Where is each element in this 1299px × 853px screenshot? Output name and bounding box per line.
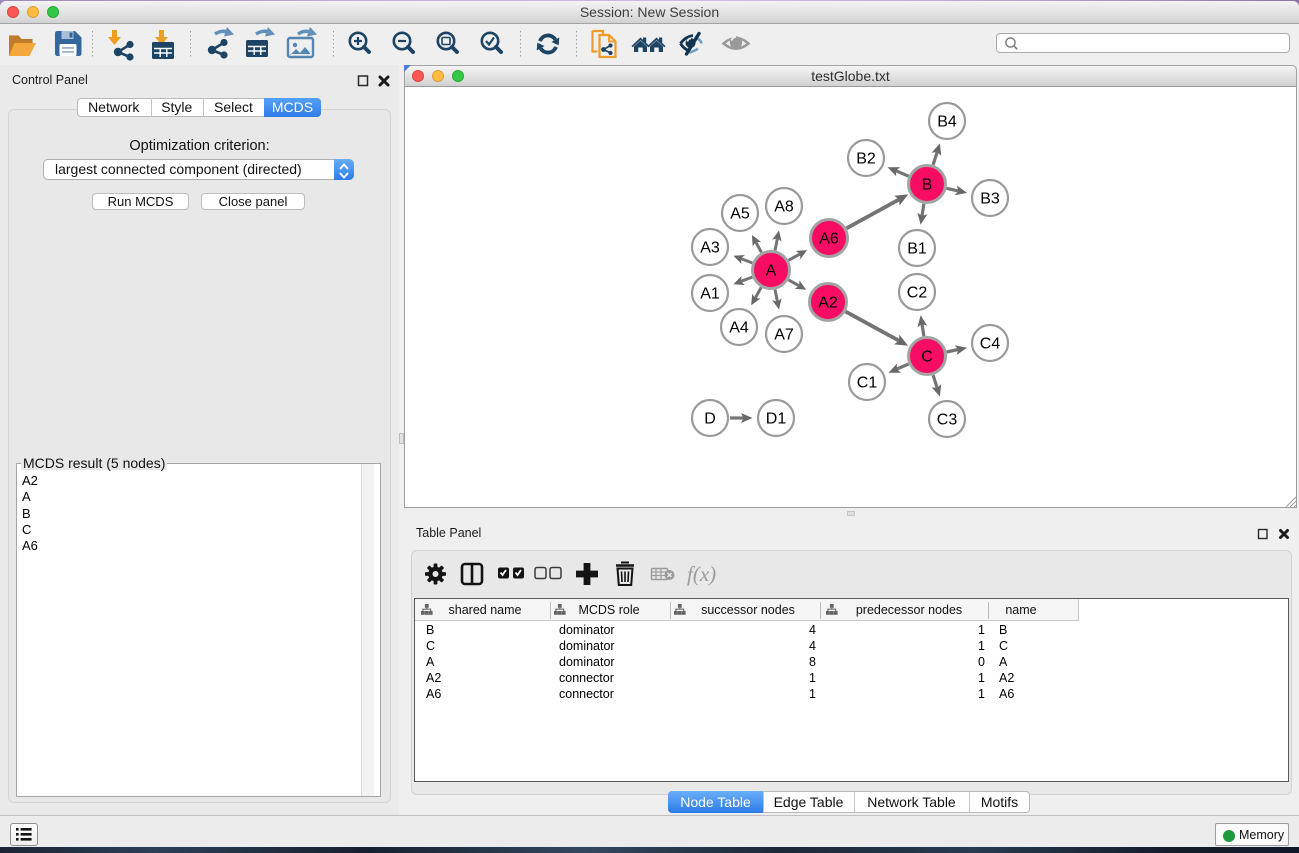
svg-text:A2: A2 xyxy=(818,295,838,312)
svg-text:A6: A6 xyxy=(819,231,839,248)
svg-text:B1: B1 xyxy=(907,241,927,258)
svg-text:A3: A3 xyxy=(700,240,720,257)
svg-text:A8: A8 xyxy=(774,199,794,216)
svg-text:A1: A1 xyxy=(700,286,720,303)
svg-text:C4: C4 xyxy=(980,336,1001,353)
svg-text:D: D xyxy=(704,411,716,428)
svg-text:C1: C1 xyxy=(857,375,878,392)
svg-text:C: C xyxy=(921,349,933,366)
svg-text:A: A xyxy=(766,263,777,280)
svg-text:B3: B3 xyxy=(980,191,1000,208)
svg-text:A7: A7 xyxy=(774,327,794,344)
svg-text:B: B xyxy=(922,177,933,194)
svg-text:C3: C3 xyxy=(937,412,958,429)
svg-text:f(x): f(x) xyxy=(687,562,716,586)
svg-text:B2: B2 xyxy=(856,151,876,168)
svg-text:A5: A5 xyxy=(730,206,750,223)
svg-text:C2: C2 xyxy=(907,285,928,302)
svg-text:D1: D1 xyxy=(766,411,787,428)
svg-text:A4: A4 xyxy=(729,320,749,337)
svg-text:B4: B4 xyxy=(937,114,957,131)
